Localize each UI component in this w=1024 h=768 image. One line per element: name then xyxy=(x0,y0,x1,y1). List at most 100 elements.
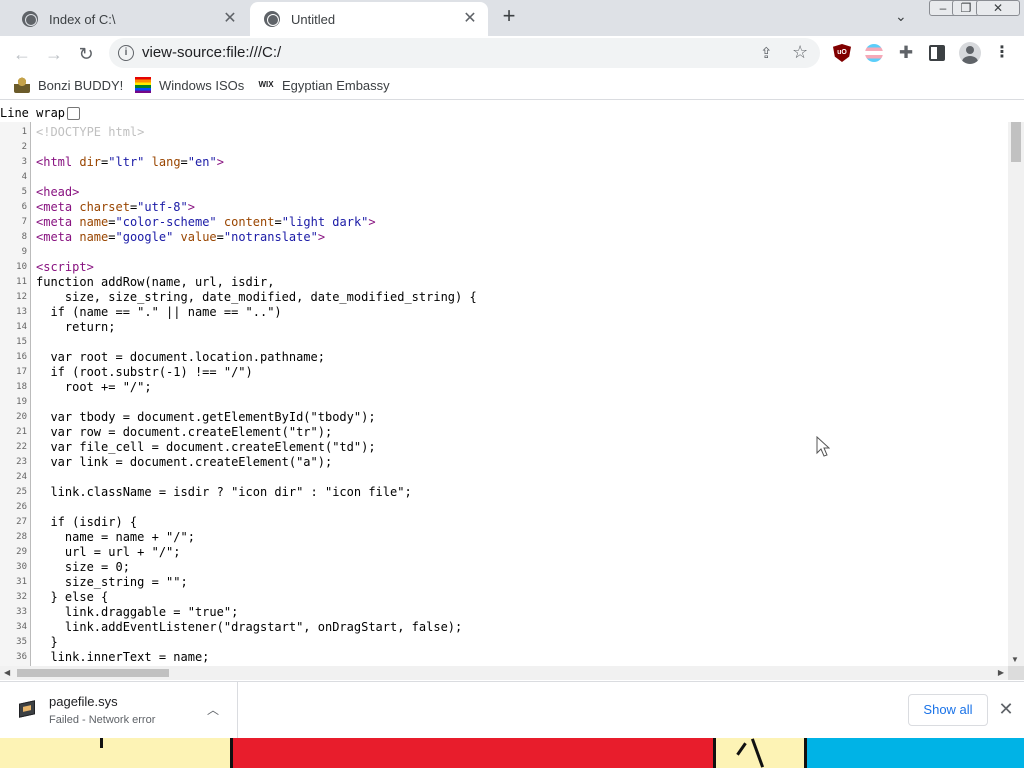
line-text: size_string = ""; xyxy=(36,575,188,589)
kebab-menu-icon[interactable]: ⋮ xyxy=(993,44,1011,62)
source-line: 11 function addRow(name, url, isdir, xyxy=(0,275,1008,290)
tab-index-of-c[interactable]: Index of C:\ ✕ xyxy=(8,2,248,36)
globe-icon xyxy=(264,11,280,27)
line-number: 24 xyxy=(16,472,27,482)
line-number: 18 xyxy=(16,382,27,392)
scroll-down-arrow[interactable]: ▼ xyxy=(1011,655,1019,664)
forward-button[interactable]: → xyxy=(40,40,68,68)
line-number: 26 xyxy=(16,502,27,512)
source-line: 9 xyxy=(0,245,1008,260)
bookmark-star-icon[interactable]: ☆ xyxy=(792,42,808,63)
address-url[interactable]: view-source:file:///C:/ xyxy=(142,44,281,61)
line-text: if (name == "." || name == "..") xyxy=(36,305,282,319)
scrollbar-thumb[interactable] xyxy=(1011,122,1021,162)
source-line: 30 size = 0; xyxy=(0,560,1008,575)
line-text: <script> xyxy=(36,260,94,274)
extensions-puzzle-icon[interactable]: ✚ xyxy=(897,44,915,62)
line-number: 6 xyxy=(21,202,27,212)
ublock-icon[interactable]: uO xyxy=(833,44,851,62)
line-number: 27 xyxy=(16,517,27,527)
source-view: 1 <!DOCTYPE html> 2 3 <html dir="ltr" lang="… xyxy=(0,122,1008,666)
reload-button[interactable]: ↻ xyxy=(72,40,100,68)
back-button[interactable]: ← xyxy=(8,40,36,68)
source-line: 16 var root = document.location.pathname… xyxy=(0,350,1008,365)
line-text: link.innerText = name; xyxy=(36,650,210,664)
close-icon[interactable]: ✕ xyxy=(997,700,1015,718)
vertical-scrollbar[interactable]: ▼ xyxy=(1008,122,1024,666)
trans-flag-extension-icon[interactable] xyxy=(865,44,883,62)
new-tab-button[interactable]: + xyxy=(498,5,520,28)
bookmark-bonzi-buddy[interactable]: Bonzi BUDDY! xyxy=(14,76,123,94)
source-line: 18 root += "/"; xyxy=(0,380,1008,395)
source-line: 28 name = name + "/"; xyxy=(0,530,1008,545)
desktop-panel xyxy=(716,738,804,768)
line-number: 28 xyxy=(16,532,27,542)
source-line: 20 var tbody = document.getElementById("… xyxy=(0,410,1008,425)
line-number: 22 xyxy=(16,442,27,452)
line-text: function addRow(name, url, isdir, xyxy=(36,275,275,289)
line-number: 15 xyxy=(16,337,27,347)
line-number: 11 xyxy=(16,277,27,287)
source-line: 36 link.innerText = name; xyxy=(0,650,1008,665)
bookmark-label: Bonzi BUDDY! xyxy=(38,77,124,93)
line-number: 12 xyxy=(16,292,27,302)
source-line: 8 <meta name="google" value="notranslate"… xyxy=(0,230,1008,245)
scroll-right-arrow[interactable]: ▶ xyxy=(998,668,1004,677)
download-filename[interactable]: pagefile.sys xyxy=(49,694,118,709)
line-text: <html dir="ltr" lang="en"> xyxy=(36,155,224,169)
chevron-down-icon[interactable]: ⌄ xyxy=(895,8,915,28)
line-number: 25 xyxy=(16,487,27,497)
share-icon[interactable]: ⇪ xyxy=(760,44,773,62)
info-icon[interactable]: i xyxy=(118,45,134,61)
profile-avatar[interactable] xyxy=(959,42,981,64)
line-text: size, size_string, date_modified, date_m… xyxy=(36,290,477,304)
source-line: 35 } xyxy=(0,635,1008,650)
line-text: <meta charset="utf-8"> xyxy=(36,200,195,214)
scrollbar-thumb[interactable] xyxy=(17,669,169,677)
desktop-panel xyxy=(230,738,716,768)
source-line: 32 } else { xyxy=(0,590,1008,605)
source-line: 29 url = url + "/"; xyxy=(0,545,1008,560)
source-line: 25 link.className = isdir ? "icon dir" :… xyxy=(0,485,1008,500)
source-line: 12 size, size_string, date_modified, dat… xyxy=(0,290,1008,305)
horizontal-scrollbar[interactable]: ◀ ▶ xyxy=(0,666,1008,680)
line-number: 3 xyxy=(21,157,27,167)
line-text: } xyxy=(36,635,58,649)
line-text: root += "/"; xyxy=(36,380,152,394)
file-icon xyxy=(19,700,35,718)
line-number: 4 xyxy=(21,172,27,182)
show-all-button[interactable]: Show all xyxy=(908,694,988,726)
window-close-button[interactable]: ✕ xyxy=(976,0,1020,16)
scroll-left-arrow[interactable]: ◀ xyxy=(4,668,10,677)
source-line: 10 <script> xyxy=(0,260,1008,275)
source-line: 24 xyxy=(0,470,1008,485)
bookmark-windows-isos[interactable]: Windows ISOs xyxy=(135,76,244,94)
line-number: 2 xyxy=(21,142,27,152)
line-text: name = name + "/"; xyxy=(36,530,195,544)
source-line: 13 if (name == "." || name == "..") xyxy=(0,305,1008,320)
close-icon[interactable]: ✕ xyxy=(462,11,478,27)
address-bar[interactable]: i view-source:file:///C:/ ⇪ ☆ xyxy=(109,38,820,68)
line-number: 32 xyxy=(16,592,27,602)
line-text: var link = document.createElement("a"); xyxy=(36,455,333,469)
line-text: link.draggable = "true"; xyxy=(36,605,239,619)
line-text: if (isdir) { xyxy=(36,515,138,529)
line-number: 31 xyxy=(16,577,27,587)
source-line: 26 xyxy=(0,500,1008,515)
close-icon[interactable]: ✕ xyxy=(222,11,238,27)
chevron-up-icon[interactable]: ︿ xyxy=(205,701,221,717)
line-number: 17 xyxy=(16,367,27,377)
line-text: if (root.substr(-1) !== "/") xyxy=(36,365,253,379)
line-wrap-checkbox[interactable] xyxy=(67,106,81,120)
source-line: 22 var file_cell = document.createElemen… xyxy=(0,440,1008,455)
line-text: } else { xyxy=(36,590,109,604)
source-line: 5 <head> xyxy=(0,185,1008,200)
line-text: var tbody = document.getElementById("tbo… xyxy=(36,410,376,424)
line-number: 29 xyxy=(16,547,27,557)
download-status: Failed - Network error xyxy=(49,714,156,726)
tab-untitled[interactable]: Untitled ✕ xyxy=(250,2,488,36)
source-line: 27 if (isdir) { xyxy=(0,515,1008,530)
line-text: <meta name="color-scheme" content="light… xyxy=(36,215,376,229)
side-panel-icon[interactable] xyxy=(929,45,945,61)
bookmark-egyptian-embassy[interactable]: WIX Egyptian Embassy xyxy=(258,76,389,94)
